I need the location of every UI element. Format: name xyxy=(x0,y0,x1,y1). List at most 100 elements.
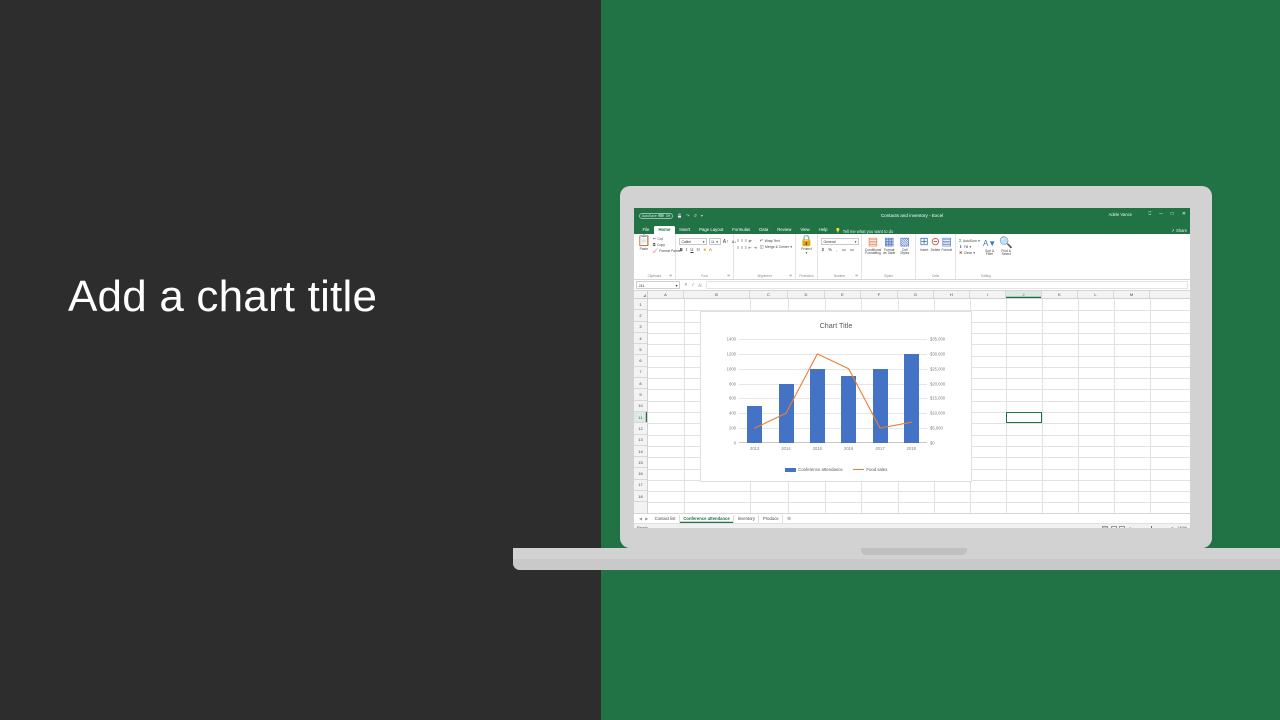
ribbon-tab-strip[interactable]: File Home Insert Page Layout Formulas Da… xyxy=(634,223,1190,234)
borders-icon[interactable]: ☷ xyxy=(696,247,701,252)
align-center-icon[interactable]: ≡ xyxy=(741,245,743,250)
add-sheet-button[interactable]: ⊕ xyxy=(783,516,795,522)
zoom-in-button[interactable]: + xyxy=(1171,526,1173,528)
cell-area[interactable]: Chart Title 0 200 400 600 800 1000 1200 … xyxy=(648,299,1190,513)
font-size-select[interactable]: 11 ▾ xyxy=(708,238,721,245)
currency-format-icon[interactable]: $ xyxy=(821,247,825,252)
view-buttons[interactable] xyxy=(1102,525,1126,528)
column-header-i[interactable]: I xyxy=(970,291,1006,298)
dialog-launcher-icon[interactable]: ◚ xyxy=(789,274,792,278)
font-name-select[interactable]: Calibri ▾ xyxy=(679,238,707,245)
user-account-name[interactable]: Adele Vance xyxy=(1109,212,1132,217)
cell-styles-button[interactable]: ▧ Cell Styles xyxy=(898,237,913,256)
align-bottom-icon[interactable]: ≡ xyxy=(745,238,747,243)
align-top-icon[interactable]: ≡ xyxy=(737,238,739,243)
column-header-j[interactable]: J xyxy=(1006,291,1042,298)
fill-color-icon[interactable]: ■ xyxy=(703,247,707,252)
row-header-10[interactable]: 10 xyxy=(634,401,647,412)
row-header-1[interactable]: 1 xyxy=(634,299,647,311)
sheet-tab-bar[interactable]: ◀ ▶ Contact list Conference attendance I… xyxy=(634,513,1190,523)
find-select-button[interactable]: 🔍 Find & Select xyxy=(999,238,1013,257)
formula-input[interactable] xyxy=(705,281,1188,289)
row-header-16[interactable]: 16 xyxy=(634,468,647,480)
increase-indent-icon[interactable]: ⇥ xyxy=(753,245,756,250)
column-header-b[interactable]: B xyxy=(684,291,750,298)
dialog-launcher-icon[interactable]: ◚ xyxy=(855,274,858,278)
food-sales-line[interactable] xyxy=(739,339,927,443)
select-all-corner[interactable] xyxy=(634,291,648,298)
wrap-text-button[interactable]: ↶ Wrap Text xyxy=(760,238,792,243)
number-format-select[interactable]: General ▾ xyxy=(821,238,859,245)
column-header-k[interactable]: K xyxy=(1042,291,1078,298)
share-button[interactable]: ↗ Share xyxy=(1171,228,1187,233)
column-header-l[interactable]: L xyxy=(1078,291,1114,298)
row-header-8[interactable]: 8 xyxy=(634,378,647,390)
chevron-down-icon[interactable]: ▾ xyxy=(716,240,718,244)
chevron-down-icon[interactable]: ▾ xyxy=(790,245,792,249)
column-header-h[interactable]: H xyxy=(934,291,970,298)
italic-button[interactable]: I xyxy=(685,247,688,252)
chart-object[interactable]: Chart Title 0 200 400 600 800 1000 1200 … xyxy=(700,311,972,482)
save-icon[interactable]: 💾 xyxy=(677,213,682,218)
tab-view[interactable]: View xyxy=(796,226,814,235)
row-header-6[interactable]: 6 xyxy=(634,355,647,367)
column-header-c[interactable]: C xyxy=(750,291,788,298)
align-middle-icon[interactable]: ≡ xyxy=(741,238,743,243)
zoom-level-label[interactable]: 140% xyxy=(1177,526,1187,528)
row-header-7[interactable]: 7 xyxy=(634,367,647,379)
sheet-tab-contact-list[interactable]: Contact list xyxy=(651,514,680,523)
decrease-decimal-icon[interactable]: .00 xyxy=(849,248,855,252)
font-color-icon[interactable]: A xyxy=(708,247,712,252)
row-header-18[interactable]: 18 xyxy=(634,491,647,503)
chevron-down-icon[interactable]: ▾ xyxy=(701,213,703,218)
legend-item-food-sales[interactable]: Food sales xyxy=(852,467,887,472)
zoom-out-button[interactable]: − xyxy=(1129,526,1131,528)
format-as-table-button[interactable]: ▦ Format as Table xyxy=(882,237,897,256)
clear-button[interactable]: ✖ Clear ▾ xyxy=(959,250,980,255)
bold-button[interactable]: B xyxy=(679,247,684,252)
sheet-nav-arrows[interactable]: ◀ ▶ xyxy=(636,516,651,521)
row-header-12[interactable]: 12 xyxy=(634,423,647,435)
align-right-icon[interactable]: ≡ xyxy=(745,245,747,250)
underline-button[interactable]: U xyxy=(690,247,695,252)
tab-review[interactable]: Review xyxy=(773,226,796,235)
column-header-g[interactable]: G xyxy=(898,291,934,298)
conditional-formatting-button[interactable]: ▤ Conditional Formatting xyxy=(865,237,882,256)
column-header-a[interactable]: A xyxy=(648,291,684,298)
tab-file[interactable]: File xyxy=(638,226,654,235)
tab-data[interactable]: Data xyxy=(755,226,773,235)
row-header-11[interactable]: 11 xyxy=(634,411,647,424)
close-button[interactable]: ✕ xyxy=(1182,211,1186,217)
row-header-13[interactable]: 13 xyxy=(634,435,647,446)
selected-cell-j11[interactable] xyxy=(1006,412,1042,424)
decrease-indent-icon[interactable]: ⇤ xyxy=(749,245,752,250)
chevron-down-icon[interactable]: ▾ xyxy=(806,251,808,256)
window-controls[interactable]: ⎕ ─ □ ✕ xyxy=(1148,211,1186,217)
page-break-view-icon[interactable] xyxy=(1119,525,1126,528)
protect-button[interactable]: 🔒 Protect ▾ xyxy=(799,236,815,255)
grow-font-icon[interactable]: A↑ xyxy=(722,239,729,245)
merge-center-button[interactable]: ◫ Merge & Center ▾ xyxy=(760,244,792,249)
format-cells-button[interactable]: ▤ Format xyxy=(942,237,952,252)
tab-home[interactable]: Home xyxy=(653,225,675,234)
dialog-launcher-icon[interactable]: ◚ xyxy=(669,274,672,278)
chevron-down-icon[interactable]: ▾ xyxy=(703,240,705,244)
page-layout-view-icon[interactable] xyxy=(1110,525,1117,528)
chevron-down-icon[interactable]: ▾ xyxy=(973,251,975,255)
redo-icon[interactable]: ↺ xyxy=(694,213,697,218)
quick-access-toolbar[interactable]: AutoSave Off 💾 ↷ ↺ ▾ xyxy=(634,212,703,219)
minimize-button[interactable]: ─ xyxy=(1159,211,1163,217)
sheet-tab-produce[interactable]: Produce xyxy=(759,514,784,523)
chevron-down-icon[interactable]: ▾ xyxy=(969,245,971,249)
fill-button[interactable]: ⬇ Fill ▾ xyxy=(959,244,980,249)
column-header-e[interactable]: E xyxy=(825,291,861,298)
orientation-icon[interactable]: ⥂ xyxy=(749,238,752,243)
check-icon[interactable]: ✓ xyxy=(691,282,695,288)
row-header-14[interactable]: 14 xyxy=(634,446,647,458)
comma-format-icon[interactable]: , xyxy=(835,247,838,252)
name-box[interactable]: J11 ▾ xyxy=(636,281,680,289)
chevron-left-icon[interactable]: ◀ xyxy=(639,516,642,521)
sheet-tab-conference-attendance[interactable]: Conference attendance xyxy=(680,514,735,523)
insert-cells-button[interactable]: ⊞ Insert xyxy=(919,237,929,252)
delete-cells-button[interactable]: ⊝ Delete xyxy=(930,237,941,252)
